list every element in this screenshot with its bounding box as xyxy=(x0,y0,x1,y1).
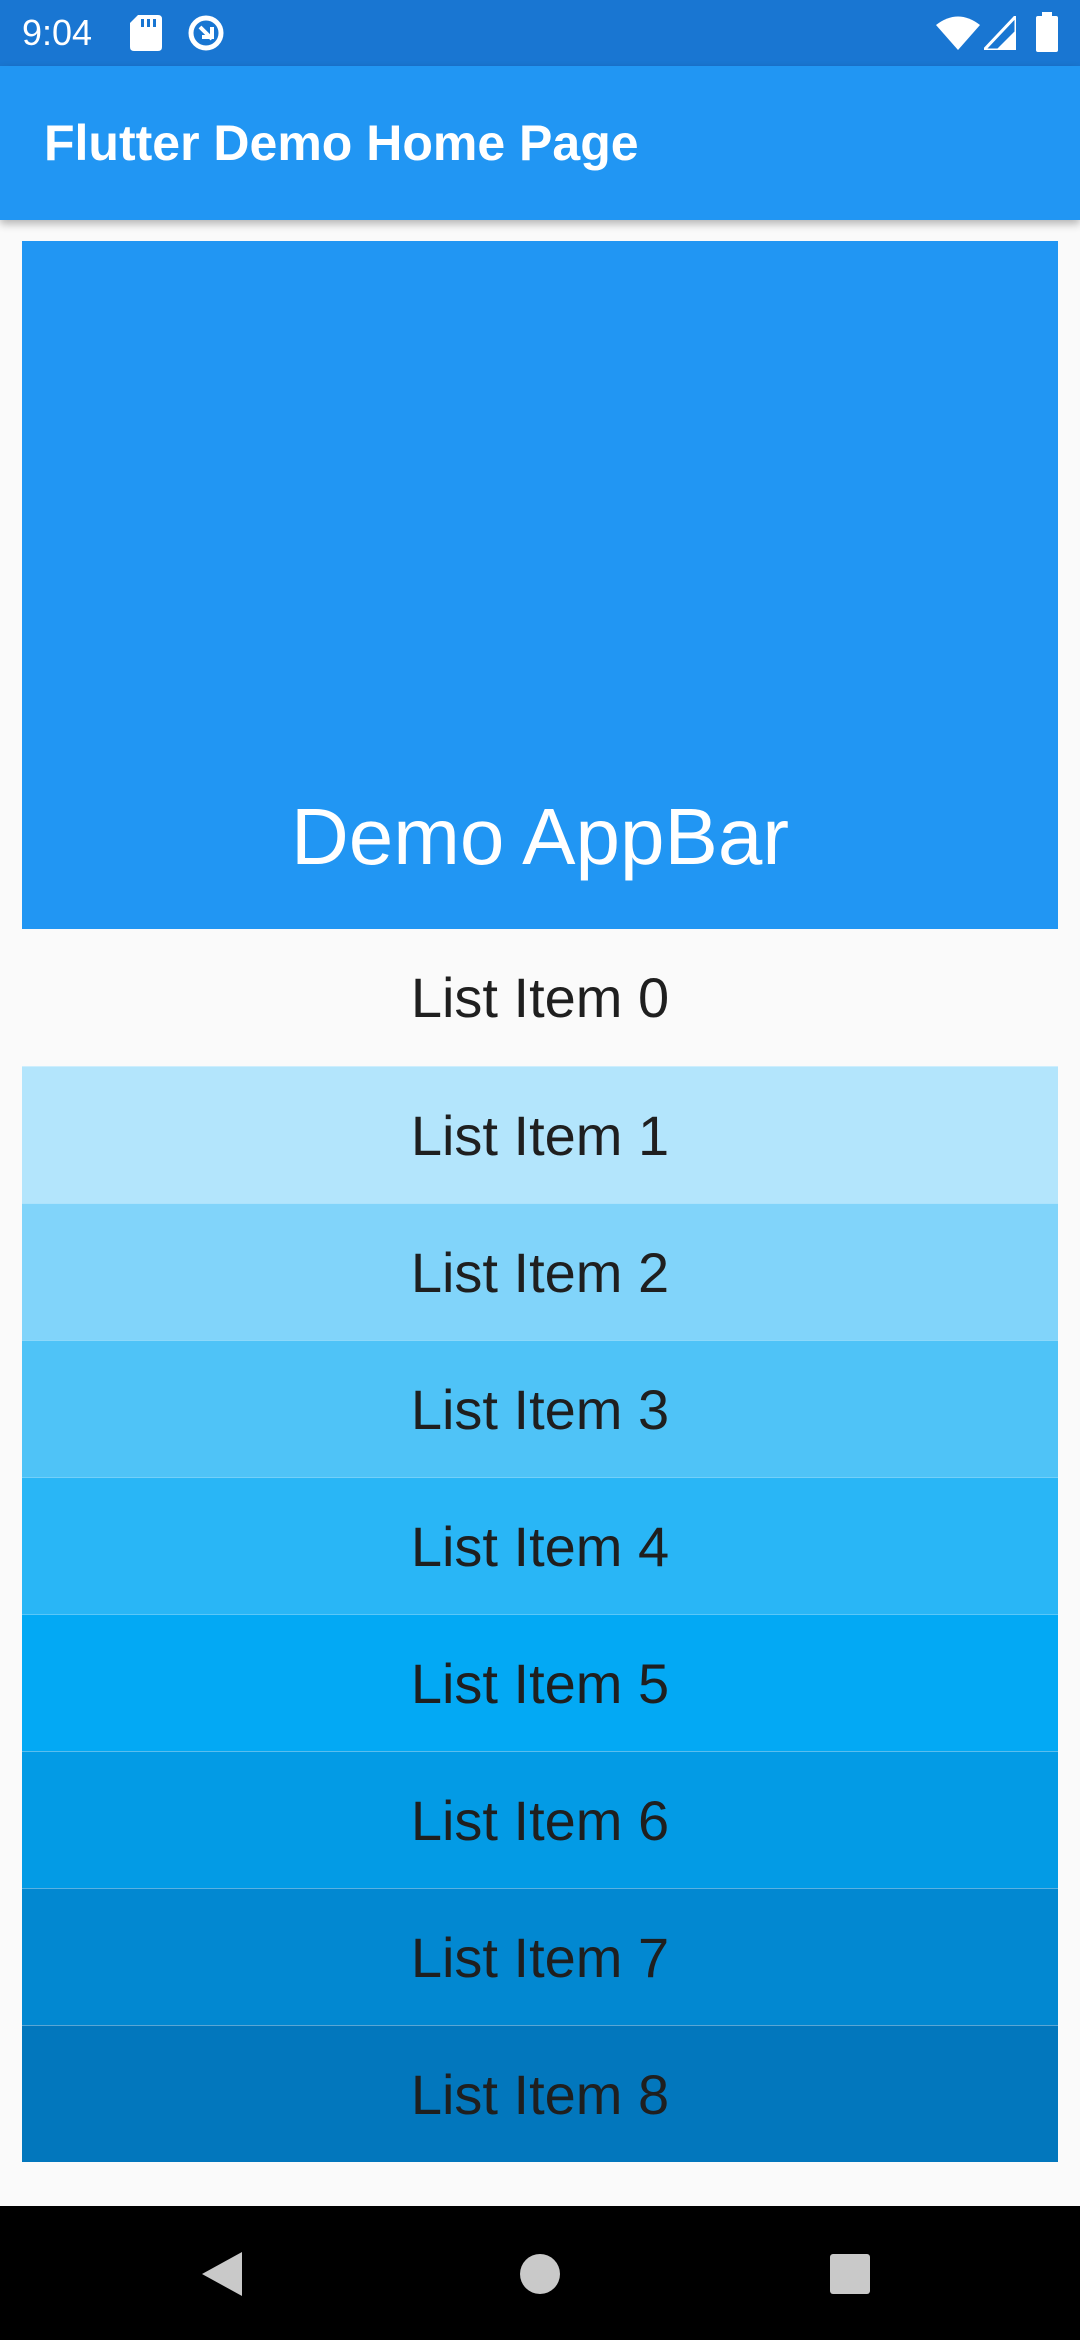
battery-icon xyxy=(1036,12,1058,52)
flexible-app-bar: Demo AppBar xyxy=(22,241,1058,929)
list-item[interactable]: List Item 3 xyxy=(22,1340,1058,1477)
list-item[interactable]: List Item 2 xyxy=(22,1203,1058,1340)
app-bar-title: Flutter Demo Home Page xyxy=(44,115,639,171)
list-item[interactable]: List Item 0 xyxy=(22,929,1058,1066)
recents-icon[interactable] xyxy=(830,2254,870,2294)
app-bar: Flutter Demo Home Page xyxy=(0,66,1080,220)
item-list: List Item 0 List Item 1 List Item 2 List… xyxy=(22,929,1058,2162)
wifi-icon xyxy=(936,16,980,50)
list-item[interactable]: List Item 6 xyxy=(22,1751,1058,1888)
status-time: 9:04 xyxy=(22,12,93,53)
sd-card-icon xyxy=(130,15,162,51)
list-item[interactable]: List Item 5 xyxy=(22,1614,1058,1751)
back-icon[interactable] xyxy=(202,2252,246,2296)
scroll-view[interactable]: Demo AppBar List Item 0 List Item 1 List… xyxy=(22,241,1058,2162)
list-item[interactable]: List Item 8 xyxy=(22,2025,1058,2162)
status-bar: 9:04 xyxy=(0,0,1080,66)
list-item[interactable]: List Item 4 xyxy=(22,1477,1058,1614)
list-item[interactable]: List Item 1 xyxy=(22,1066,1058,1203)
signal-icon xyxy=(984,16,1016,50)
list-item[interactable]: List Item 7 xyxy=(22,1888,1058,2025)
navigation-bar xyxy=(0,2206,1080,2340)
data-saver-icon xyxy=(188,15,224,51)
flexible-app-bar-title: Demo AppBar xyxy=(290,792,790,881)
home-icon[interactable] xyxy=(519,2253,561,2295)
